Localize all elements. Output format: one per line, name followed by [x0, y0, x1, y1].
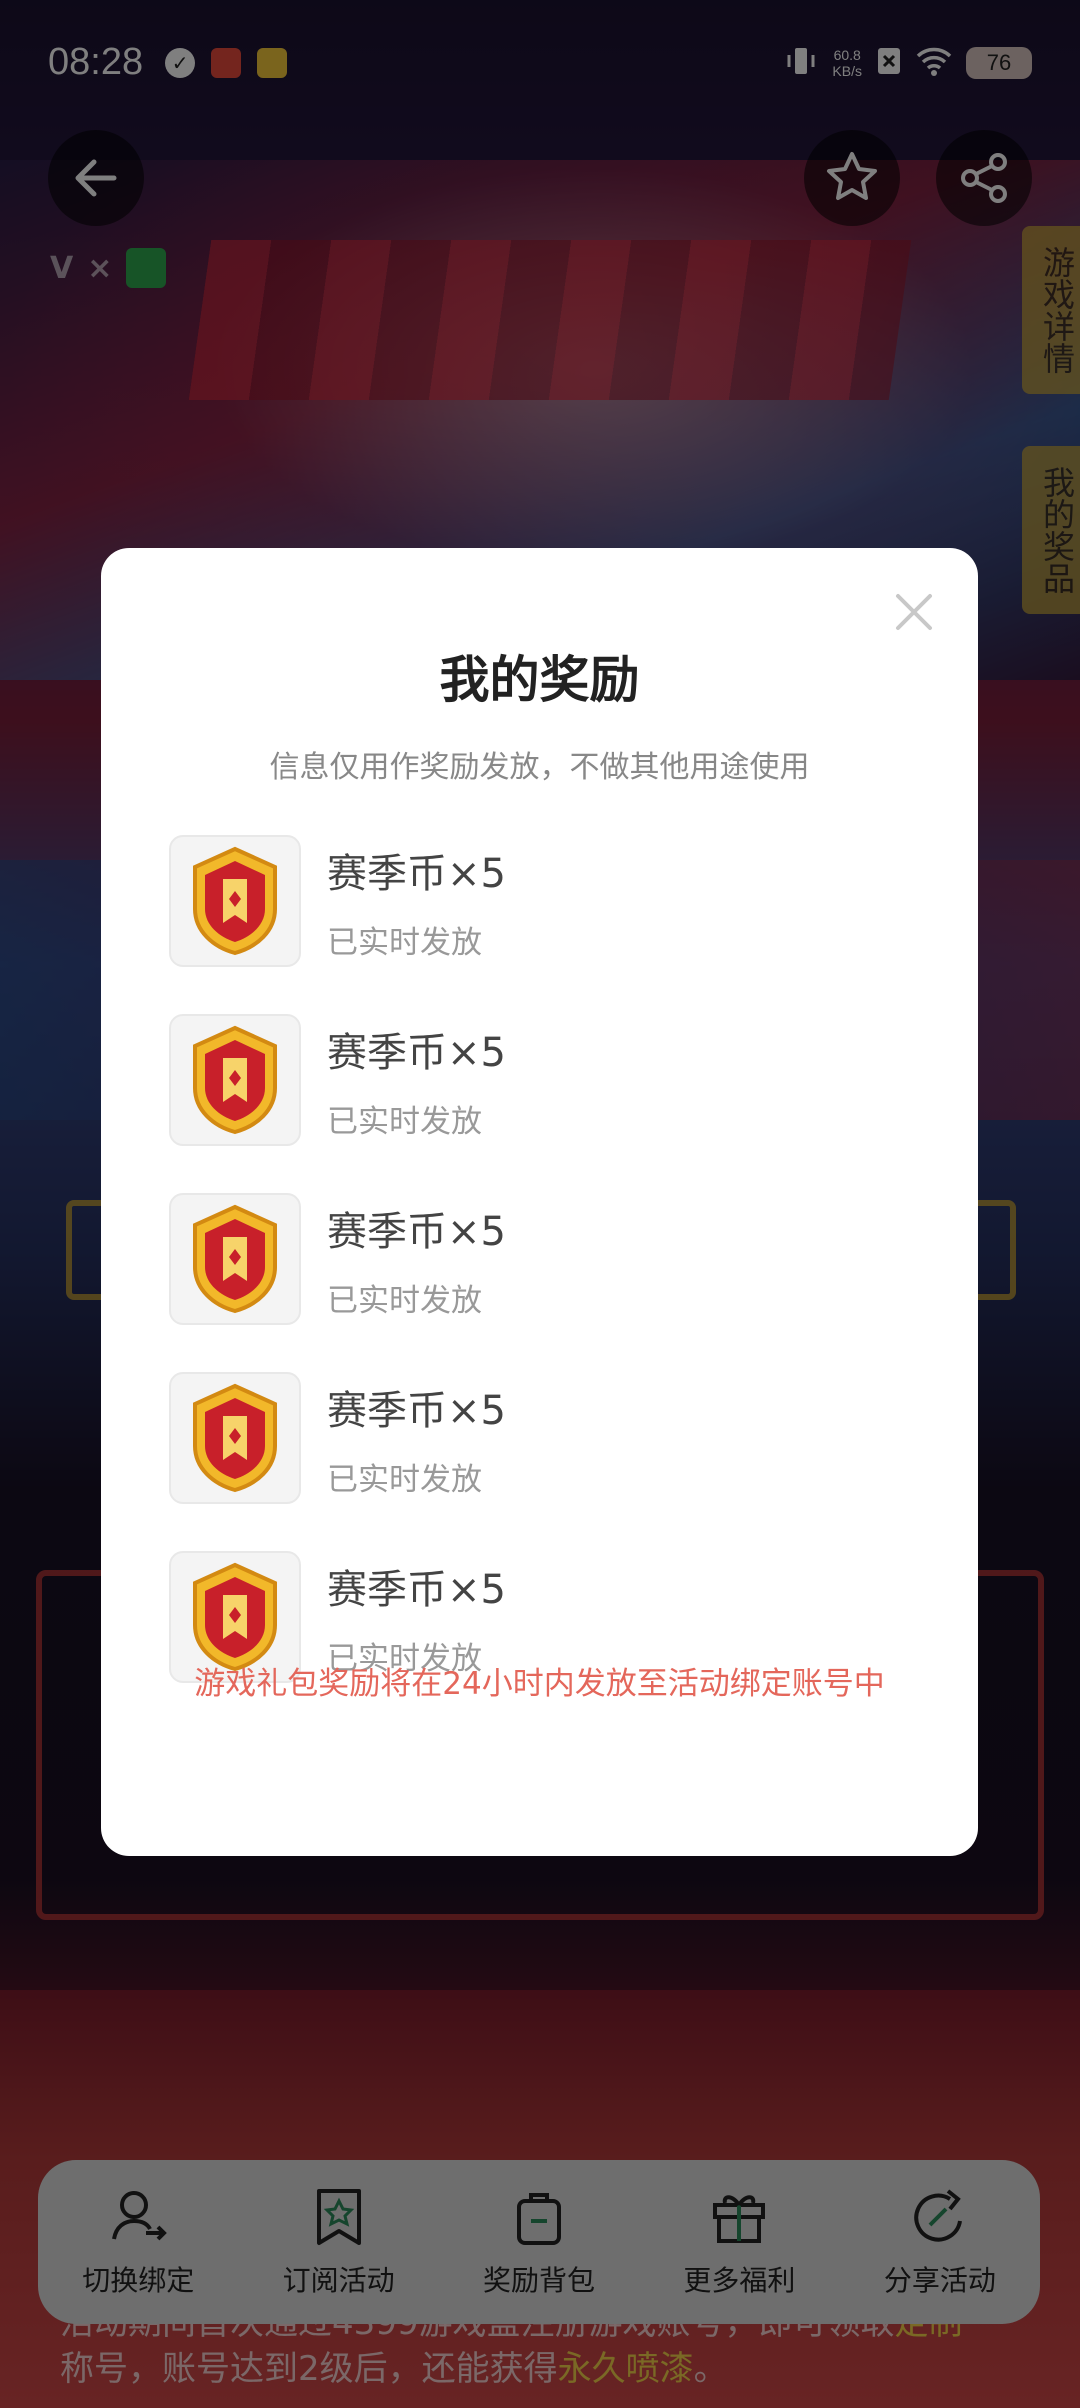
reward-item: 赛季币×5 已实时发放 [169, 1014, 506, 1146]
season-coin-icon [193, 1025, 277, 1135]
reward-item: 赛季币×5 已实时发放 [169, 835, 506, 967]
my-rewards-dialog: 我的奖励 信息仅用作奖励发放，不做其他用途使用 赛季币×5 已实时发放 赛季币×… [101, 548, 978, 1856]
reward-status: 已实时发放 [327, 1461, 482, 1498]
close-button[interactable] [886, 584, 942, 640]
reward-name: 赛季币×5 [327, 1029, 506, 1076]
close-icon [896, 594, 932, 630]
season-coin-icon [193, 846, 277, 956]
reward-thumbnail [169, 835, 301, 967]
reward-list: 赛季币×5 已实时发放 赛季币×5 已实时发放 赛季币×5 已实时发放 赛季币×… [169, 835, 506, 1731]
reward-item: 赛季币×5 已实时发放 [169, 1372, 506, 1504]
reward-name: 赛季币×5 [327, 1208, 506, 1255]
dialog-title: 我的奖励 [439, 651, 640, 709]
reward-name: 赛季币×5 [327, 1387, 506, 1434]
reward-thumbnail [169, 1014, 301, 1146]
reward-name: 赛季币×5 [327, 1566, 506, 1613]
reward-item: 赛季币×5 已实时发放 [169, 1193, 506, 1325]
season-coin-icon [193, 1383, 277, 1493]
reward-thumbnail [169, 1193, 301, 1325]
reward-status: 已实时发放 [327, 1282, 482, 1319]
reward-name: 赛季币×5 [327, 850, 506, 897]
reward-thumbnail [169, 1372, 301, 1504]
season-coin-icon [193, 1562, 277, 1672]
season-coin-icon [193, 1204, 277, 1314]
reward-status: 已实时发放 [327, 924, 482, 961]
dialog-subtitle: 信息仅用作奖励发放，不做其他用途使用 [269, 750, 810, 785]
delivery-notice: 游戏礼包奖励将在24小时内发放至活动绑定账号中 [194, 1666, 885, 1702]
reward-status: 已实时发放 [327, 1103, 482, 1140]
